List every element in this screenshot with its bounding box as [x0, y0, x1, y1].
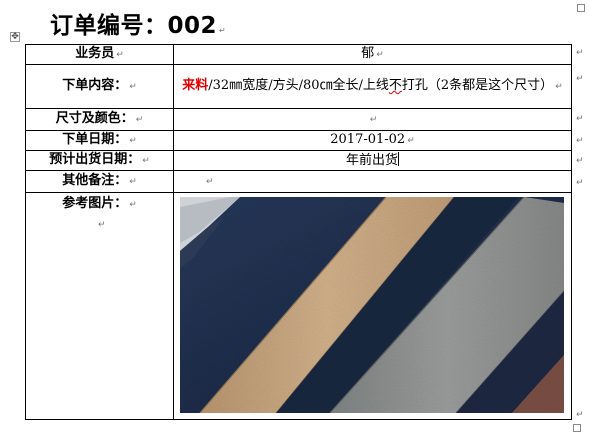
remarks-label: 其他备注： ↵: [25, 170, 174, 193]
text-cursor: [398, 151, 399, 166]
ship-date-label: 预计出货日期： ↵: [25, 150, 174, 171]
order-content-value[interactable]: 来料/32㎜宽度/方头/80㎝全长/上线不打孔（2条都是这个尺寸） ↵: [173, 64, 572, 109]
table-resize-handle-icon[interactable]: [573, 424, 581, 432]
table-move-handle-icon[interactable]: ✥: [10, 32, 20, 42]
salesperson-value[interactable]: 郁 ↵: [173, 44, 572, 65]
order-table: 业务员 ↵ 郁 ↵ 下单内容： ↵ 来料/32㎜宽度/方头/80㎝全长/上线不打孔（2…: [25, 44, 572, 420]
order-date-label: 下单日期： ↵: [25, 130, 174, 151]
table-row: 参考图片： ↵ ↵: [25, 192, 572, 420]
reference-image-cell[interactable]: [173, 192, 572, 420]
order-date-value[interactable]: 2017-01-02 ↵: [173, 130, 572, 151]
reference-image-label: 参考图片： ↵ ↵: [25, 192, 174, 420]
spellcheck-flag: 不: [388, 78, 402, 93]
table-row: 下单内容： ↵ 来料/32㎜宽度/方头/80㎝全长/上线不打孔（2条都是这个尺寸）…: [25, 64, 572, 109]
document-title: 订单编号：002 ↵: [50, 13, 227, 39]
ship-date-value[interactable]: 年前出货: [173, 150, 572, 171]
size-color-label: 尺寸及颜色： ↵: [25, 108, 174, 131]
material-supplied-text: 来料: [182, 78, 209, 93]
table-row: 业务员 ↵ 郁 ↵: [25, 44, 572, 65]
leather-strips-photo-icon[interactable]: [180, 197, 564, 413]
table-row: 下单日期： ↵ 2017-01-02 ↵: [25, 130, 572, 151]
size-color-value[interactable]: ↵: [173, 108, 572, 131]
table-row: 预计出货日期： ↵ 年前出货: [25, 150, 572, 171]
page-corner-icon: [577, 4, 585, 12]
order-content-label: 下单内容： ↵: [25, 64, 174, 109]
salesperson-label: 业务员 ↵: [25, 44, 174, 65]
table-row: 其他备注： ↵ ↵: [25, 170, 572, 193]
table-row: 尺寸及颜色： ↵ ↵: [25, 108, 572, 131]
remarks-value[interactable]: ↵: [173, 170, 572, 193]
